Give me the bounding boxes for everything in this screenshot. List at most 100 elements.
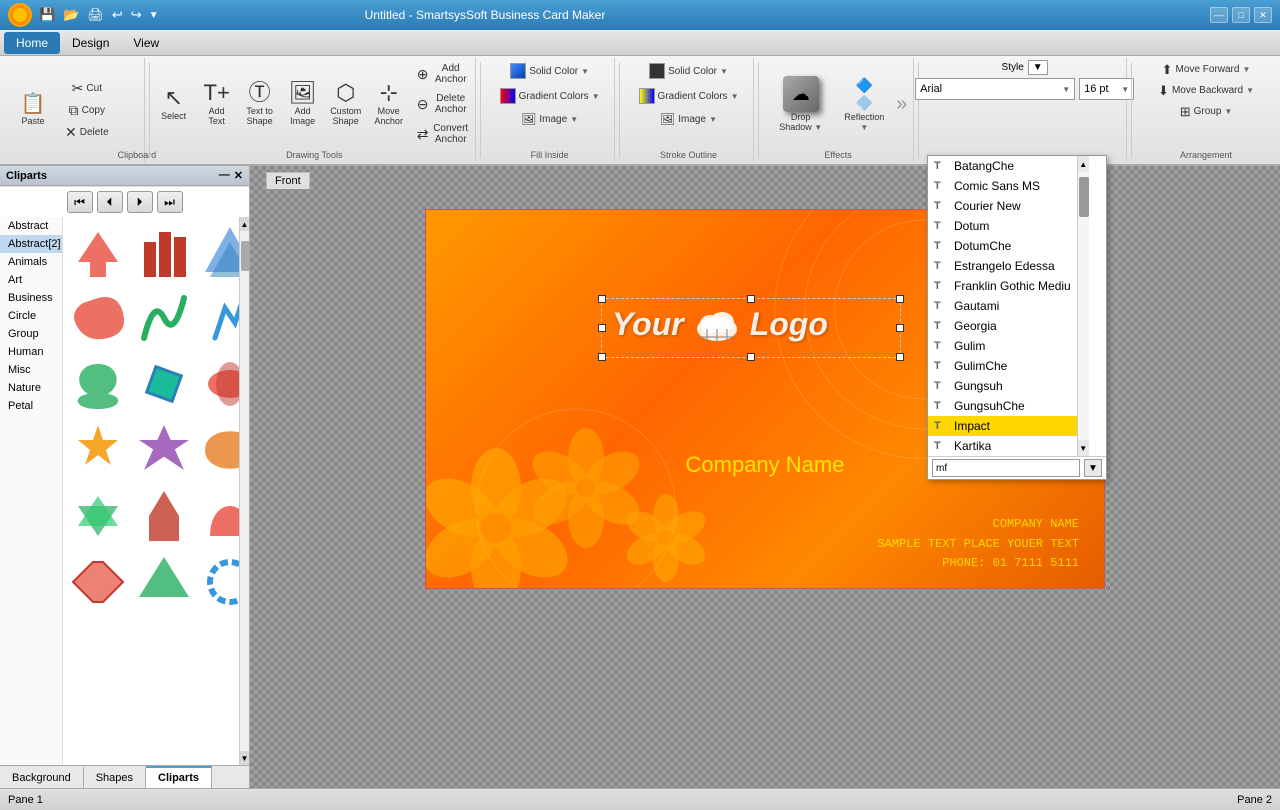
clipart-item-11[interactable] <box>199 419 239 481</box>
font-scroll-down[interactable]: ▼ <box>1078 440 1089 456</box>
category-business[interactable]: Business <box>0 289 62 307</box>
cut-button[interactable]: ✂ Cut <box>60 78 114 98</box>
font-item-gulimche[interactable]: TGulimChe <box>928 356 1077 376</box>
font-name-dropdown[interactable]: Arial ▼ <box>915 78 1075 100</box>
clipart-item-7[interactable] <box>133 353 195 415</box>
category-art[interactable]: Art <box>0 271 62 289</box>
group-button[interactable]: ⊞ Group ▼ <box>1153 102 1259 121</box>
font-item-estrangelo-edessa[interactable]: TEstrangelo Edessa <box>928 256 1077 276</box>
font-item-gulim[interactable]: TGulim <box>928 336 1077 356</box>
panel-tab-shapes[interactable]: Shapes <box>84 766 146 788</box>
category-circle[interactable]: Circle <box>0 307 62 325</box>
handle-bc[interactable] <box>747 353 755 361</box>
text-to-shape-button[interactable]: Ⓣ Text to Shape <box>240 78 280 130</box>
nav-prev[interactable]: ⏴ <box>97 191 123 213</box>
category-group[interactable]: Group <box>0 325 62 343</box>
handle-br[interactable] <box>896 353 904 361</box>
menu-home[interactable]: Home <box>4 32 60 54</box>
font-item-gungsuhche[interactable]: TGungsuhChe <box>928 396 1077 416</box>
clipart-vscroll[interactable]: ▲ ▼ <box>239 217 249 765</box>
font-item-courier-new[interactable]: TCourier New <box>928 196 1077 216</box>
clipart-item-17[interactable] <box>199 551 239 613</box>
clipart-item-3[interactable] <box>67 287 129 349</box>
clipart-item-9[interactable] <box>67 419 129 481</box>
font-size-dropdown[interactable]: 16 pt ▼ <box>1079 78 1134 100</box>
font-list[interactable]: TBatangCheTComic Sans MSTCourier NewTDot… <box>928 156 1077 456</box>
effects-more[interactable]: » <box>896 93 907 116</box>
menu-view[interactable]: View <box>121 32 171 54</box>
nav-last[interactable]: ⏭ <box>157 191 183 213</box>
gradient-colors-fill-button[interactable]: Gradient Colors ▼ <box>495 85 605 107</box>
font-search-scroll-down[interactable]: ▼ <box>1084 459 1102 477</box>
category-nature[interactable]: Nature <box>0 379 62 397</box>
move-backward-button[interactable]: ⬇ Move Backward ▼ <box>1153 81 1259 100</box>
delete-anchor-button[interactable]: ⊖ Delete Anchor <box>412 90 475 118</box>
solid-color-fill-button[interactable]: Solid Color ▼ <box>495 60 605 82</box>
quick-access-undo[interactable]: ↩ <box>112 7 123 23</box>
delete-button[interactable]: ✕ Delete <box>60 122 114 142</box>
quick-access-print[interactable]: 🖨 <box>87 7 104 23</box>
category-petal[interactable]: Petal <box>0 397 62 415</box>
clipart-item-12[interactable] <box>67 485 129 547</box>
clipart-item-15[interactable] <box>67 551 129 613</box>
add-text-button[interactable]: T+ Add Text <box>197 78 237 130</box>
maximize-button[interactable]: □ <box>1232 7 1250 23</box>
vscroll-down[interactable]: ▼ <box>240 751 249 765</box>
clipart-item-16[interactable] <box>133 551 195 613</box>
clipart-item-6[interactable] <box>67 353 129 415</box>
panel-minimize[interactable]: — <box>219 169 230 182</box>
clipart-item-13[interactable] <box>133 485 195 547</box>
category-animals[interactable]: Animals <box>0 253 62 271</box>
quick-access-save[interactable]: 💾 <box>39 7 55 23</box>
handle-ml[interactable] <box>598 324 606 332</box>
category-list[interactable]: AbstractAbstract[2]AnimalsArtBusinessCir… <box>0 217 63 765</box>
font-item-dotumche[interactable]: TDotumChe <box>928 236 1077 256</box>
clipart-item-10[interactable] <box>133 419 195 481</box>
select-button[interactable]: ↖ Select <box>154 83 194 125</box>
add-image-button[interactable]: 🖼 Add Image <box>283 78 323 130</box>
vscroll-up[interactable]: ▲ <box>240 217 249 231</box>
font-item-georgia[interactable]: TGeorgia <box>928 316 1077 336</box>
clipart-item-14[interactable] <box>199 485 239 547</box>
clipart-item-8[interactable] <box>199 353 239 415</box>
font-item-dotum[interactable]: TDotum <box>928 216 1077 236</box>
panel-tab-cliparts[interactable]: Cliparts <box>146 766 212 788</box>
gradient-stroke-button[interactable]: Gradient Colors ▼ <box>634 85 744 107</box>
handle-tc[interactable] <box>747 295 755 303</box>
font-scroll-up[interactable]: ▲ <box>1078 156 1089 172</box>
style-dropdown[interactable]: ▼ <box>1028 60 1048 75</box>
font-item-impact[interactable]: TImpact <box>928 416 1077 436</box>
font-search-input[interactable] <box>932 459 1080 477</box>
handle-bl[interactable] <box>598 353 606 361</box>
paste-button[interactable]: 📋 Paste <box>10 90 56 130</box>
panel-close[interactable]: ✕ <box>234 169 243 182</box>
category-misc[interactable]: Misc <box>0 361 62 379</box>
custom-shape-button[interactable]: ⬡ Custom Shape <box>326 78 366 130</box>
menu-design[interactable]: Design <box>60 32 121 54</box>
font-item-franklin-gothic-mediu[interactable]: TFranklin Gothic Mediu <box>928 276 1077 296</box>
font-item-kartika[interactable]: TKartika <box>928 436 1077 456</box>
convert-anchor-button[interactable]: ⇄ Convert Anchor <box>412 120 475 148</box>
reflection-button[interactable]: 🔷 🔷 Reflection ▼ <box>838 71 890 137</box>
drop-shadow-button[interactable]: ☁ Drop Shadow ▼ <box>769 71 833 137</box>
clipart-item-0[interactable] <box>67 221 129 283</box>
handle-tl[interactable] <box>598 295 606 303</box>
quick-access-dropdown[interactable]: ▼ <box>149 10 159 21</box>
image-fill-button[interactable]: 🖼 Image ▼ <box>495 110 605 128</box>
category-abstract2[interactable]: Abstract[2] <box>0 235 62 253</box>
move-anchor-button[interactable]: ⊹ Move Anchor <box>369 78 409 130</box>
copy-button[interactable]: ⧉ Copy <box>60 100 114 120</box>
clipart-item-5[interactable] <box>199 287 239 349</box>
font-item-batangche[interactable]: TBatangChe <box>928 156 1077 176</box>
category-abstract[interactable]: Abstract <box>0 217 62 235</box>
add-anchor-button[interactable]: ⊕ Add Anchor <box>412 60 475 88</box>
quick-access-redo[interactable]: ↪ <box>131 7 142 23</box>
clipart-grid[interactable] <box>63 217 239 765</box>
font-scrollbar[interactable]: ▲ ▼ <box>1077 156 1089 456</box>
move-forward-button[interactable]: ⬆ Move Forward ▼ <box>1153 60 1259 79</box>
clipart-item-4[interactable] <box>133 287 195 349</box>
solid-color-stroke-button[interactable]: Solid Color ▼ <box>634 60 744 82</box>
close-button[interactable]: ✕ <box>1254 7 1272 23</box>
minimize-button[interactable]: — <box>1210 7 1228 23</box>
logo-selection[interactable]: Your Logo <box>601 298 901 358</box>
